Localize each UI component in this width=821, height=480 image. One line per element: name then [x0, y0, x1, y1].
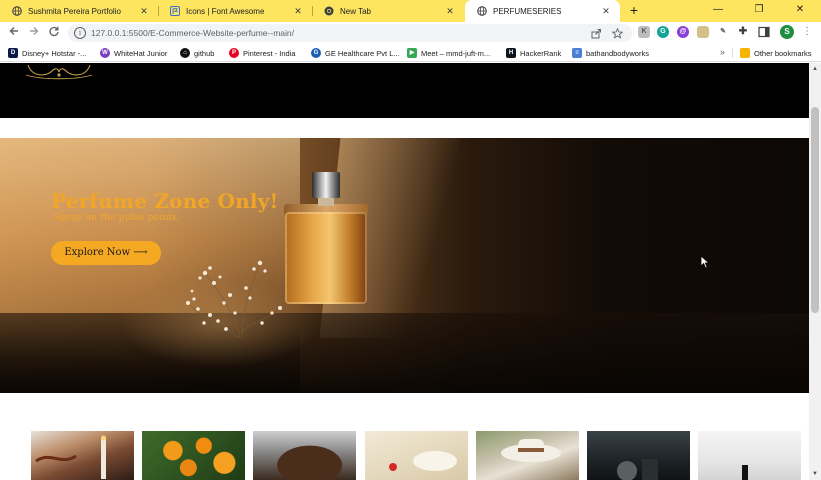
side-panel-icon[interactable]	[758, 26, 770, 38]
bookmark-github[interactable]: ⌂ github	[180, 44, 214, 62]
reload-icon	[49, 26, 59, 37]
bookmark-hotstar[interactable]: D Disney+ Hotstar -...	[8, 44, 86, 62]
bookmark-label: GE Healthcare Pvt L...	[325, 48, 400, 58]
extension-note-icon[interactable]	[697, 26, 709, 38]
bookmarks-overflow-button[interactable]: »	[720, 47, 725, 57]
hackerrank-icon: H	[506, 48, 516, 58]
explore-now-button[interactable]: Explore Now ⟶	[51, 241, 161, 265]
tab-title: New Tab	[340, 6, 371, 16]
info-icon[interactable]: i	[74, 27, 86, 39]
restore-button[interactable]: ❐	[744, 0, 774, 22]
mouse-cursor-icon	[700, 255, 710, 269]
url-text: 127.0.0.1:5500/E-Commerce-Website-perfum…	[91, 28, 294, 38]
profile-avatar[interactable]: S	[780, 25, 794, 39]
globe-icon	[12, 6, 22, 16]
puzzle-icon[interactable]: ✚	[737, 26, 749, 38]
share-icon[interactable]	[590, 28, 602, 39]
hero-subtitle: .Spray on the pulse points.	[51, 212, 181, 223]
thumbnail-dark-bottle-image[interactable]	[587, 431, 690, 480]
forward-button[interactable]	[26, 25, 42, 41]
tab-portfolio[interactable]: Sushmita Pereira Portfolio ✕	[0, 0, 158, 22]
github-icon: ⌂	[180, 48, 190, 58]
babys-breath-flowers-image	[186, 260, 282, 339]
thumbnail-white-perfume-image[interactable]	[698, 431, 801, 480]
bookmark-label: github	[194, 48, 215, 58]
bookmark-label: WhiteHat Junior	[114, 48, 168, 58]
perfume-bottle-image	[285, 212, 367, 304]
bookmark-label: bathandbodyworks	[586, 48, 649, 58]
arrow-right-icon	[30, 27, 39, 35]
bookmark-label: Meet – mmd-juft-m...	[421, 48, 491, 58]
tab-title: Icons | Font Awesome	[186, 6, 265, 16]
address-bar[interactable]: i 127.0.0.1:5500/E-Commerce-Website-perf…	[68, 24, 632, 42]
window-close-button[interactable]: ✕	[785, 0, 815, 22]
pinterest-icon: P	[229, 48, 239, 58]
tab-new-tab[interactable]: New Tab ✕	[312, 0, 464, 22]
thumbnail-candles-image[interactable]	[31, 431, 134, 480]
hero-banner: Perfume Zone Only! .Spray on the pulse p…	[0, 138, 809, 393]
bookmark-label: Pinterest - India	[243, 48, 296, 58]
bookmark-whitehat[interactable]: W WhiteHat Junior	[100, 44, 167, 62]
close-icon[interactable]: ✕	[138, 5, 150, 17]
bookmark-label: Other bookmarks	[754, 48, 812, 58]
whitehat-icon: W	[100, 48, 110, 58]
tab-font-awesome[interactable]: Icons | Font Awesome ✕	[158, 0, 312, 22]
arrow-left-icon	[9, 27, 18, 35]
extension-pen-icon[interactable]: ✎	[717, 26, 729, 38]
scroll-up-arrow-icon[interactable]: ▲	[809, 63, 821, 75]
tab-title: PERFUMESERIES	[493, 6, 562, 16]
hero-title: Perfume Zone Only!	[51, 189, 279, 213]
bookmark-bathandbodyworks[interactable]: ≡ bathandbodyworks	[572, 44, 649, 62]
scrollbar-thumb[interactable]	[811, 107, 819, 313]
flag-icon	[170, 6, 180, 16]
page-viewport: Perfume Zone Only! .Spray on the pulse p…	[0, 63, 809, 480]
meet-icon: ▶	[407, 48, 417, 58]
page-scrollbar[interactable]: ▲ ▼	[809, 63, 821, 480]
bookmark-label: Disney+ Hotstar -...	[22, 48, 87, 58]
close-icon[interactable]: ✕	[444, 5, 456, 17]
bookmark-label: HackerRank	[520, 48, 562, 58]
chrome-icon	[324, 6, 334, 16]
thumbnail-coffee-beans-image[interactable]	[253, 431, 356, 480]
bookmarks-divider	[732, 48, 733, 58]
browser-toolbar: i 127.0.0.1:5500/E-Commerce-Website-perf…	[0, 22, 821, 44]
doc-icon: ≡	[572, 48, 582, 58]
bookmarks-bar: D Disney+ Hotstar -... W WhiteHat Junior…	[0, 44, 821, 62]
star-icon[interactable]	[611, 27, 623, 39]
globe-icon	[477, 6, 487, 16]
site-header	[0, 63, 809, 118]
perfume-bottle-cap	[312, 172, 340, 198]
scroll-down-arrow-icon[interactable]: ▼	[809, 468, 821, 480]
tab-title: Sushmita Pereira Portfolio	[28, 6, 121, 16]
thumbnail-pastry-image[interactable]	[365, 431, 468, 480]
extension-k-icon[interactable]: K	[638, 26, 650, 38]
thumbnail-hat-image[interactable]	[476, 431, 579, 480]
bookmark-ge-healthcare[interactable]: G GE Healthcare Pvt L...	[311, 44, 400, 62]
reload-button[interactable]	[46, 25, 62, 41]
bookmark-pinterest[interactable]: P Pinterest - India	[229, 44, 296, 62]
close-icon[interactable]: ✕	[600, 5, 612, 17]
tab-perfumeseries[interactable]: PERFUMESERIES ✕	[465, 0, 620, 22]
minimize-button[interactable]: —	[703, 0, 733, 22]
thumbnail-oranges-image[interactable]	[142, 431, 245, 480]
folder-icon	[740, 48, 750, 58]
tab-strip: Sushmita Pereira Portfolio ✕ Icons | Fon…	[0, 0, 821, 22]
close-icon[interactable]: ✕	[292, 5, 304, 17]
thumbnail-gallery	[0, 431, 809, 480]
bookmark-hackerrank[interactable]: H HackerRank	[506, 44, 561, 62]
menu-kebab-icon[interactable]: ⋮	[802, 25, 812, 39]
grammarly-icon[interactable]: G	[657, 26, 669, 38]
bookmark-other[interactable]: Other bookmarks	[740, 44, 812, 62]
hotstar-icon: D	[8, 48, 18, 58]
logo-ornament-icon[interactable]	[22, 63, 96, 81]
bookmark-meet[interactable]: ▶ Meet – mmd-juft-m...	[407, 44, 490, 62]
extension-circle-icon[interactable]: @	[677, 26, 689, 38]
back-button[interactable]	[6, 25, 22, 41]
new-tab-button[interactable]: +	[626, 3, 642, 19]
ge-icon: G	[311, 48, 321, 58]
